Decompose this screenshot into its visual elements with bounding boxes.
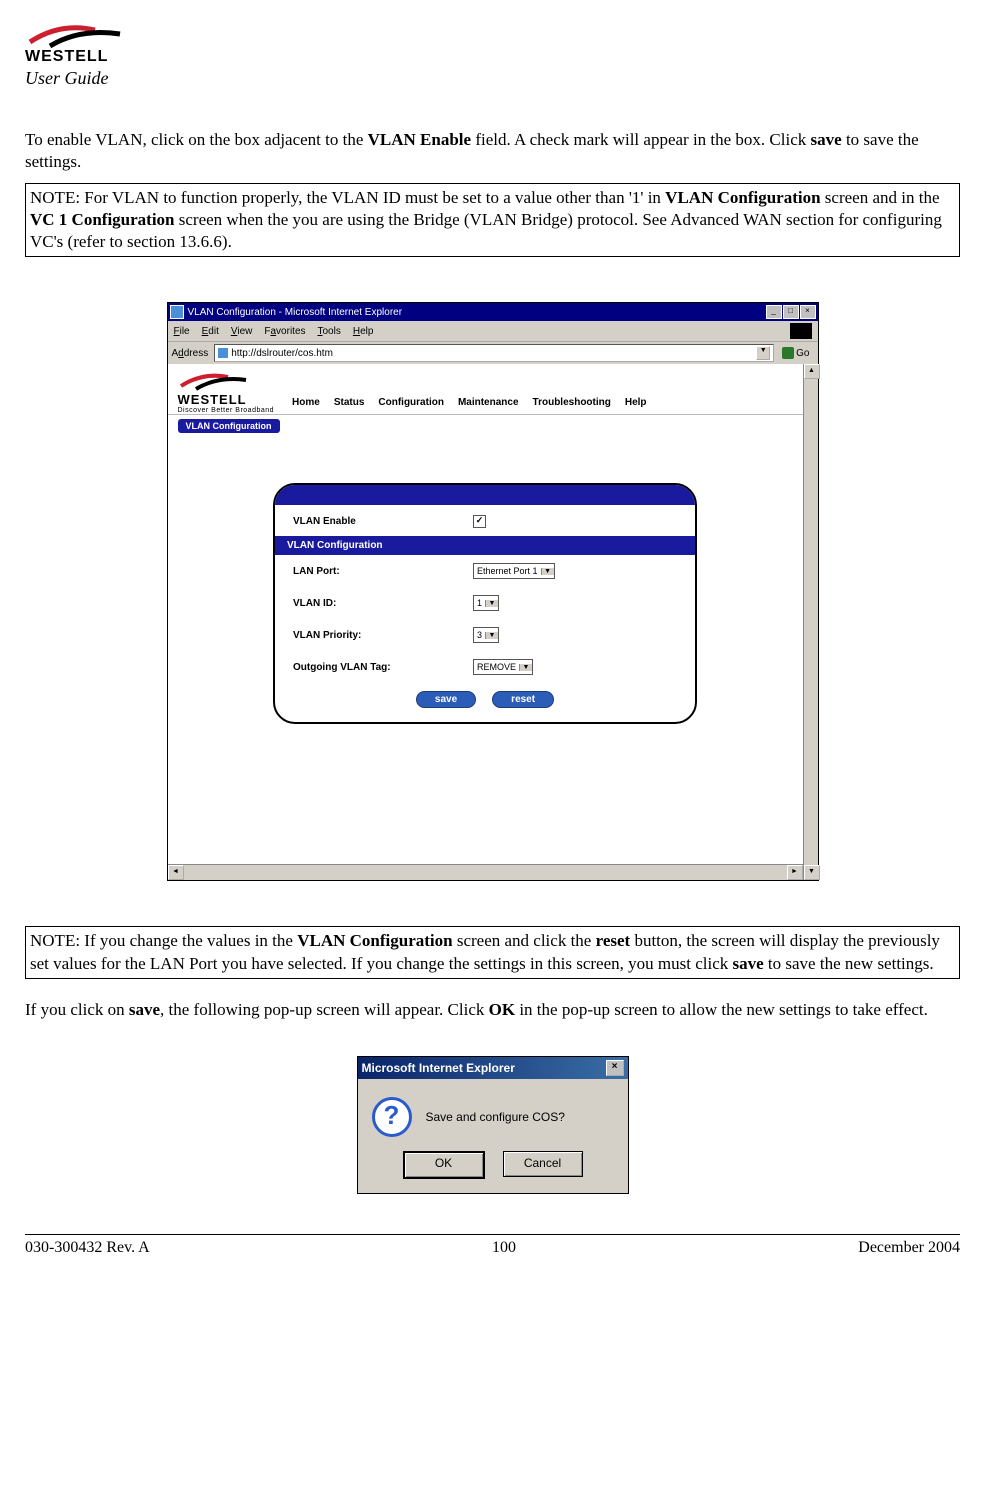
- vlan-enable-row: VLAN Enable ✓: [275, 507, 695, 536]
- question-icon: ?: [372, 1097, 412, 1137]
- panel-topbar: [275, 485, 695, 507]
- menu-tools[interactable]: Tools: [318, 326, 341, 337]
- page-icon: [218, 348, 228, 358]
- address-dropdown-icon[interactable]: ▼: [756, 346, 770, 360]
- ie-app-icon: [170, 305, 184, 319]
- reset-button[interactable]: reset: [492, 691, 554, 708]
- lan-port-select[interactable]: Ethernet Port 1 ▼: [473, 563, 555, 579]
- minimize-button[interactable]: _: [766, 305, 782, 319]
- menu-view[interactable]: View: [231, 326, 253, 337]
- chevron-down-icon: ▼: [485, 632, 498, 639]
- horizontal-scrollbar[interactable]: ◄ ►: [168, 864, 803, 880]
- westell-swoosh-icon: [178, 370, 250, 392]
- scroll-right-icon[interactable]: ►: [787, 865, 803, 880]
- address-label: Address: [172, 348, 209, 359]
- ok-button[interactable]: OK: [403, 1151, 485, 1179]
- menu-help[interactable]: Help: [353, 326, 374, 337]
- popup-titlebar: Microsoft Internet Explorer ×: [358, 1057, 628, 1079]
- vlan-config-panel: VLAN Enable ✓ VLAN Configuration LAN Por…: [273, 483, 697, 724]
- chevron-down-icon: ▼: [541, 568, 554, 575]
- footer-page-number: 100: [492, 1239, 516, 1257]
- popup-message: Save and configure COS?: [426, 1110, 565, 1124]
- outgoing-vlan-tag-select[interactable]: REMOVE ▼: [473, 659, 533, 675]
- router-logo: WESTELL Discover Better Broadband: [178, 370, 275, 414]
- ie-throbber-icon: [790, 323, 812, 339]
- router-subtab-row: VLAN Configuration: [178, 419, 793, 433]
- note-box-2: NOTE: If you change the values in the VL…: [25, 926, 960, 978]
- popup-buttons: OK Cancel: [358, 1147, 628, 1193]
- outgoing-vlan-tag-row: Outgoing VLAN Tag: REMOVE ▼: [275, 651, 695, 683]
- ie-titlebar: VLAN Configuration - Microsoft Internet …: [168, 303, 818, 321]
- page-header: WESTELL User Guide: [25, 20, 960, 89]
- lan-port-label: LAN Port:: [293, 566, 473, 577]
- nav-status[interactable]: Status: [334, 397, 365, 408]
- address-url-text: http://dslrouter/cos.htm: [231, 348, 333, 359]
- nav-help[interactable]: Help: [625, 397, 647, 408]
- main-screenshot: VLAN Configuration - Microsoft Internet …: [25, 302, 960, 881]
- outgoing-vlan-tag-label: Outgoing VLAN Tag:: [293, 662, 473, 673]
- vlan-priority-select[interactable]: 3 ▼: [473, 627, 499, 643]
- ie-addressbar: Address http://dslrouter/cos.htm ▼ Go: [168, 341, 818, 364]
- scroll-left-icon[interactable]: ◄: [168, 865, 184, 880]
- vlan-id-label: VLAN ID:: [293, 598, 473, 609]
- vlan-config-heading: VLAN Configuration: [275, 536, 695, 555]
- vlan-priority-label: VLAN Priority:: [293, 630, 473, 641]
- menu-edit[interactable]: Edit: [202, 326, 219, 337]
- chevron-down-icon: ▼: [519, 664, 532, 671]
- cancel-button[interactable]: Cancel: [503, 1151, 583, 1177]
- address-input[interactable]: http://dslrouter/cos.htm ▼: [214, 344, 774, 362]
- subtab-vlan-configuration[interactable]: VLAN Configuration: [178, 419, 280, 433]
- menu-favorites[interactable]: Favorites: [264, 326, 305, 337]
- brand-name: WESTELL: [25, 48, 960, 66]
- close-button[interactable]: ×: [800, 305, 816, 319]
- intro-paragraph: To enable VLAN, click on the box adjacen…: [25, 129, 960, 173]
- nav-troubleshooting[interactable]: Troubleshooting: [533, 397, 611, 408]
- westell-swoosh-icon: [25, 20, 125, 48]
- maximize-button[interactable]: □: [783, 305, 799, 319]
- ie-menubar: File Edit View Favorites Tools Help: [168, 321, 818, 341]
- menu-file[interactable]: File: [174, 326, 190, 337]
- note-box-1: NOTE: For VLAN to function properly, the…: [25, 183, 960, 257]
- ie-window: VLAN Configuration - Microsoft Internet …: [167, 302, 819, 881]
- vertical-scrollbar[interactable]: ▲ ▼: [803, 364, 818, 880]
- vlan-priority-row: VLAN Priority: 3 ▼: [275, 619, 695, 651]
- popup-body: ? Save and configure COS?: [358, 1079, 628, 1147]
- doc-title: User Guide: [25, 68, 960, 89]
- save-button[interactable]: save: [416, 691, 476, 708]
- scroll-down-icon[interactable]: ▼: [804, 865, 820, 880]
- router-nav: Home Status Configuration Maintenance Tr…: [292, 397, 646, 414]
- popup-title-text: Microsoft Internet Explorer: [362, 1061, 515, 1075]
- popup-window: Microsoft Internet Explorer × ? Save and…: [357, 1056, 629, 1194]
- nav-maintenance[interactable]: Maintenance: [458, 397, 519, 408]
- popup-close-button[interactable]: ×: [606, 1060, 624, 1076]
- popup-screenshot: Microsoft Internet Explorer × ? Save and…: [25, 1056, 960, 1194]
- lan-port-row: LAN Port: Ethernet Port 1 ▼: [275, 555, 695, 587]
- vlan-id-row: VLAN ID: 1 ▼: [275, 587, 695, 619]
- brand-logo: WESTELL: [25, 20, 960, 66]
- vlan-enable-checkbox[interactable]: ✓: [473, 515, 486, 528]
- page-footer: 030-300432 Rev. A 100 December 2004: [25, 1234, 960, 1257]
- scroll-up-icon[interactable]: ▲: [804, 364, 820, 379]
- vlan-id-select[interactable]: 1 ▼: [473, 595, 499, 611]
- panel-buttons: save reset: [275, 683, 695, 722]
- nav-home[interactable]: Home: [292, 397, 320, 408]
- footer-date: December 2004: [858, 1239, 960, 1257]
- popup-intro-paragraph: If you click on save, the following pop-…: [25, 999, 960, 1021]
- ie-content-area: WESTELL Discover Better Broadband Home S…: [168, 364, 803, 864]
- vlan-enable-label: VLAN Enable: [293, 516, 473, 527]
- nav-configuration[interactable]: Configuration: [378, 397, 444, 408]
- router-header: WESTELL Discover Better Broadband Home S…: [168, 364, 803, 415]
- go-button[interactable]: Go: [778, 347, 813, 359]
- go-icon: [782, 347, 794, 359]
- footer-doc-number: 030-300432 Rev. A: [25, 1239, 150, 1257]
- chevron-down-icon: ▼: [485, 600, 498, 607]
- ie-title-text: VLAN Configuration - Microsoft Internet …: [188, 307, 403, 318]
